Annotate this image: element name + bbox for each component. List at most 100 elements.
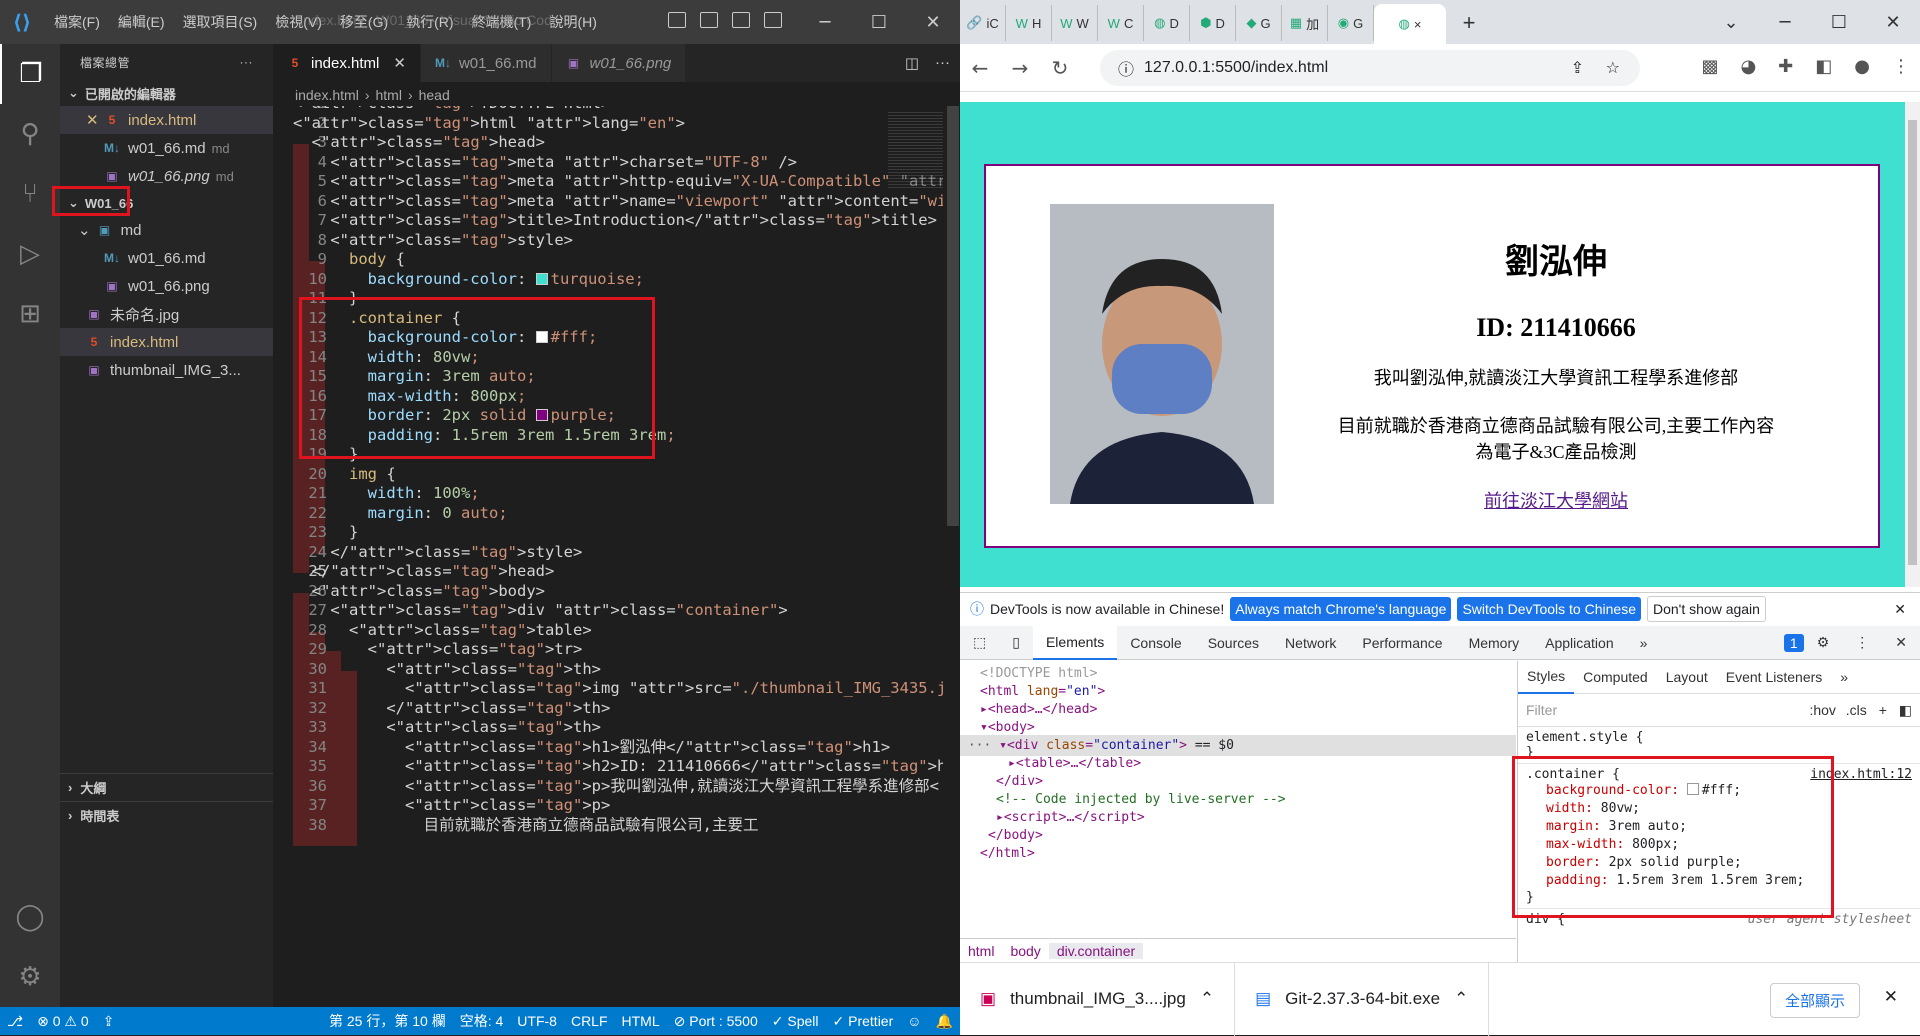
profile-avatar-icon[interactable]: ●: [1854, 56, 1870, 77]
breadcrumb-item[interactable]: index.html: [295, 87, 359, 103]
styles-subtab[interactable]: Styles: [1518, 661, 1575, 694]
browser-tab[interactable]: ⬢ D: [1190, 5, 1236, 41]
menu-item[interactable]: 編輯(E): [118, 12, 165, 32]
issues-badge[interactable]: 1: [1783, 633, 1804, 652]
switch-chinese-button[interactable]: Switch DevTools to Chinese: [1457, 597, 1641, 621]
devtools-tab[interactable]: Performance: [1349, 626, 1455, 660]
open-editor-item[interactable]: M↓ w01_66.md md: [60, 134, 273, 162]
share-icon[interactable]: ⇪: [1571, 58, 1584, 78]
extension-icon[interactable]: ▩: [1701, 56, 1718, 77]
devtools-tab[interactable]: Console: [1117, 626, 1194, 660]
inspect-element-icon[interactable]: ⬚: [960, 626, 999, 660]
search-icon[interactable]: ⚲: [0, 104, 60, 164]
toggle-sidebar-icon[interactable]: [668, 12, 686, 28]
close-infobar-icon[interactable]: ✕: [1894, 601, 1906, 618]
workspace-section[interactable]: ⌄ W01_66: [52, 186, 273, 216]
cursor-position[interactable]: 第 25 行，第 10 欄: [322, 1011, 453, 1031]
devtools-tab[interactable]: Sources: [1195, 626, 1272, 660]
toggle-secondary-sidebar-icon[interactable]: [732, 12, 750, 28]
chevron-up-icon[interactable]: ⌃: [1200, 989, 1214, 1009]
prettier-status[interactable]: ✓ Prettier: [826, 1013, 901, 1030]
code-editor[interactable]: 1<"attr">class="tag">!DOCTYPE html>2<"at…: [273, 106, 943, 1007]
toggle-panel-icon[interactable]: [700, 12, 718, 28]
site-info-icon[interactable]: ⓘ: [1118, 56, 1134, 80]
minimize-button[interactable]: ─: [1758, 0, 1812, 44]
university-link[interactable]: 前往淡江大學網站: [1276, 487, 1836, 513]
run-debug-icon[interactable]: ▷: [0, 224, 60, 284]
settings-gear-icon[interactable]: ⚙: [1804, 626, 1843, 660]
spell-status[interactable]: ✓ Spell: [765, 1013, 826, 1030]
menu-item[interactable]: 選取項目(S): [183, 12, 258, 32]
editor-tab[interactable]: 5 index.html ✕: [273, 44, 421, 82]
extensions-icon[interactable]: ⊞: [0, 284, 60, 344]
chevron-up-icon[interactable]: ⌃: [1454, 989, 1468, 1009]
browser-tab[interactable]: ◆ G: [1236, 5, 1282, 41]
feedback-icon[interactable]: ☺: [900, 1013, 928, 1029]
split-editor-icon[interactable]: ◫: [905, 54, 919, 72]
more-actions-icon[interactable]: ···: [935, 54, 950, 72]
styles-filter-input[interactable]: Filter: [1526, 702, 1557, 718]
more-tabs-icon[interactable]: »: [1831, 661, 1857, 694]
language-status[interactable]: HTML: [615, 1013, 667, 1029]
customize-layout-icon[interactable]: [764, 12, 782, 28]
device-toolbar-icon[interactable]: ▯: [999, 626, 1033, 660]
indentation-status[interactable]: 空格: 4: [453, 1011, 511, 1031]
problems-status[interactable]: ⊗ 0 ⚠ 0: [30, 1013, 96, 1030]
breadcrumb-item[interactable]: head: [419, 87, 450, 103]
new-rule-icon[interactable]: +: [1879, 702, 1887, 718]
styles-subtab[interactable]: Computed: [1574, 661, 1657, 694]
back-icon[interactable]: ←: [960, 56, 1000, 80]
editor-tab[interactable]: ▣ w01_66.png: [551, 44, 687, 82]
tab-search-icon[interactable]: ⌄: [1704, 0, 1758, 44]
dom-breadcrumb-item[interactable]: body: [1002, 943, 1048, 959]
open-editor-item[interactable]: ✕ 5 index.html: [60, 106, 273, 134]
account-icon[interactable]: ◯: [0, 887, 60, 947]
encoding-status[interactable]: UTF-8: [510, 1013, 564, 1029]
outline-section[interactable]: › 大綱: [60, 773, 273, 801]
close-tab-icon[interactable]: ✕: [393, 54, 406, 72]
timeline-section[interactable]: › 時間表: [60, 801, 273, 829]
browser-tab[interactable]: ◍ D: [1144, 5, 1190, 41]
source-control-icon[interactable]: ⑂: [0, 164, 60, 224]
dom-breadcrumb-item[interactable]: html: [960, 943, 1002, 959]
class-toggle[interactable]: .cls: [1846, 702, 1867, 718]
address-bar[interactable]: ⓘ 127.0.0.1:5500/index.html ⇪ ☆: [1100, 50, 1640, 86]
new-tab-button[interactable]: +: [1446, 5, 1492, 41]
styles-subtab[interactable]: Layout: [1657, 661, 1717, 694]
dom-breadcrumb-item[interactable]: div.container: [1048, 942, 1144, 959]
devtools-tab[interactable]: Application: [1532, 626, 1627, 660]
extension-icon[interactable]: ◕: [1740, 56, 1756, 77]
styles-subtab[interactable]: Event Listeners: [1717, 661, 1832, 694]
extensions-puzzle-icon[interactable]: ✚: [1778, 56, 1793, 77]
menu-item[interactable]: 檔案(F): [54, 12, 100, 32]
close-button[interactable]: ✕: [1866, 0, 1920, 44]
reload-icon[interactable]: ↻: [1040, 56, 1080, 80]
page-scrollbar[interactable]: [1905, 102, 1920, 587]
more-tabs-icon[interactable]: »: [1627, 626, 1661, 660]
browser-tab[interactable]: WC: [1098, 5, 1144, 41]
dom-html-close[interactable]: </html>: [980, 843, 1035, 864]
live-server-status[interactable]: ⊘ Port : 5500: [667, 1013, 765, 1030]
close-downloads-icon[interactable]: ✕: [1884, 987, 1898, 1007]
side-panel-icon[interactable]: ◧: [1815, 56, 1832, 77]
browser-tab[interactable]: WW: [1052, 5, 1098, 41]
computed-sidebar-icon[interactable]: ◧: [1899, 702, 1912, 718]
browser-tab[interactable]: 🔗 iC: [960, 5, 1006, 41]
devtools-menu-icon[interactable]: ⋮: [1842, 626, 1882, 660]
download-item[interactable]: ▣ thumbnail_IMG_3....jpg ⌃: [960, 962, 1236, 1036]
minimize-button[interactable]: ─: [798, 0, 852, 44]
file-item[interactable]: 5 index.html: [60, 328, 273, 356]
notifications-icon[interactable]: 🔔: [929, 1013, 960, 1030]
editor-scrollbar[interactable]: [945, 106, 960, 1007]
close-icon[interactable]: ✕: [86, 111, 104, 129]
browser-tab[interactable]: ◉ G: [1328, 5, 1374, 41]
hover-state-toggle[interactable]: :hov: [1809, 702, 1835, 718]
devtools-tab[interactable]: Memory: [1456, 626, 1533, 660]
dont-show-button[interactable]: Don't show again: [1646, 596, 1766, 622]
explorer-icon[interactable]: ❐: [0, 44, 60, 104]
browser-tab[interactable]: ▦ 加: [1282, 5, 1328, 41]
minimap[interactable]: [888, 110, 943, 190]
match-language-button[interactable]: Always match Chrome's language: [1230, 597, 1452, 621]
file-item[interactable]: ▣ thumbnail_IMG_3...: [60, 356, 273, 384]
folder-md[interactable]: ⌄ ▣ md: [60, 216, 273, 244]
